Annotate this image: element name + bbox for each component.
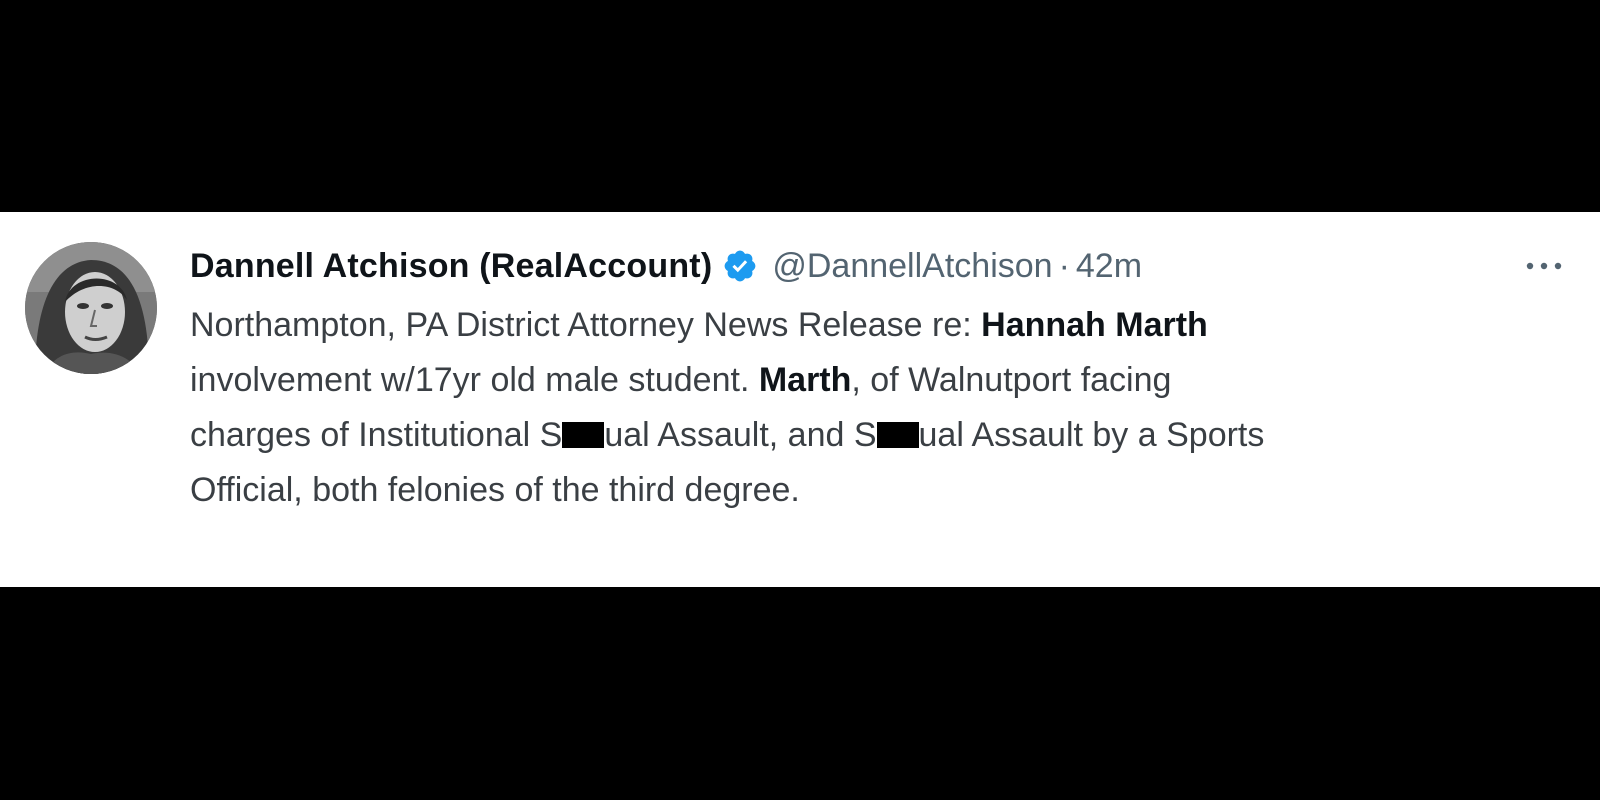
tweet-card[interactable]: Dannell Atchison (RealAccount) @DannellA… bbox=[0, 212, 1600, 587]
tweet-text-line: Official, both felonies of the third deg… bbox=[190, 463, 1570, 518]
tweet-text-line: involvement w/17yr old male student. Mar… bbox=[190, 353, 1570, 408]
avatar[interactable] bbox=[25, 242, 157, 374]
tweet-header: Dannell Atchison (RealAccount) @DannellA… bbox=[190, 242, 1142, 290]
text-segment: involvement w/17yr old male student. bbox=[190, 361, 759, 399]
bold-name: Marth bbox=[758, 361, 852, 399]
separator-dot: · bbox=[1058, 246, 1070, 285]
text-segment: Official, both felonies of the third deg… bbox=[190, 471, 800, 509]
black-letterbox-top bbox=[0, 0, 1600, 212]
text-segment: charges of Institutional S bbox=[190, 416, 563, 454]
bold-name: Hannah Marth bbox=[981, 306, 1208, 344]
profile-photo-icon bbox=[25, 242, 157, 374]
more-options-icon[interactable] bbox=[1522, 256, 1566, 276]
verified-badge-icon[interactable] bbox=[722, 248, 758, 284]
text-segment: Northampton, PA District Attorney News R… bbox=[190, 306, 982, 344]
tweet-text-line: Northampton, PA District Attorney News R… bbox=[190, 298, 1570, 353]
display-name[interactable]: Dannell Atchison (RealAccount) bbox=[190, 247, 712, 286]
text-segment: ual Assault, and S bbox=[604, 416, 877, 454]
text-segment: ual Assault by a Sports bbox=[918, 416, 1265, 454]
tweet-text-line: charges of Institutional S ual Assault, a… bbox=[190, 408, 1570, 463]
black-letterbox-bottom bbox=[0, 587, 1600, 800]
text-segment: , of Walnutport facing bbox=[851, 361, 1172, 399]
user-handle[interactable]: @DannellAtchison bbox=[772, 247, 1052, 286]
timestamp[interactable]: 42m bbox=[1076, 247, 1142, 286]
redaction-box bbox=[876, 422, 919, 448]
redaction-box bbox=[562, 422, 605, 448]
tweet-text: Northampton, PA District Attorney News R… bbox=[190, 298, 1570, 518]
